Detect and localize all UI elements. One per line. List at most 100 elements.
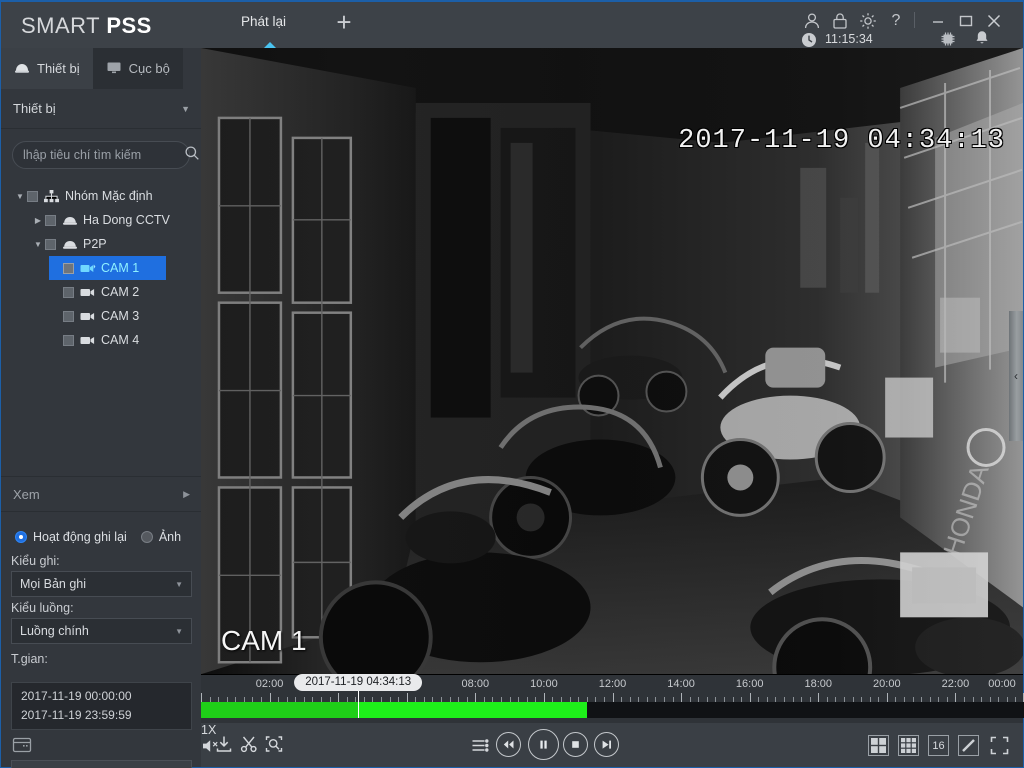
- timeline-label: 14:00: [667, 678, 695, 690]
- timeline-label: 18:00: [804, 678, 832, 690]
- timeline-label: 22:00: [942, 678, 970, 690]
- tree-checkbox[interactable]: [27, 191, 38, 202]
- tree-item-nhóm-mặc-định[interactable]: ▼ Nhóm Mặc định: [1, 184, 202, 208]
- calendar-icon[interactable]: [12, 736, 32, 758]
- collapse-panel-handle[interactable]: ‹: [1009, 311, 1023, 441]
- layout-16-icon[interactable]: 16: [928, 735, 949, 756]
- timeline-tick: [818, 693, 819, 702]
- tree-item-cam-2[interactable]: CAM 2: [1, 280, 202, 304]
- search-box[interactable]: [12, 141, 190, 169]
- timeline-label: 02:00: [256, 678, 284, 690]
- time-from[interactable]: 2017-11-19 00:00:00: [21, 687, 191, 706]
- tree-item-label: CAM 4: [101, 333, 139, 347]
- timeline-tick: [201, 693, 202, 702]
- scissors-icon[interactable]: [239, 734, 259, 759]
- time-range-box[interactable]: 2017-11-19 00:00:00 2017-11-19 23:59:59: [11, 682, 192, 730]
- tab-cuc-bo-label: Cục bộ: [129, 61, 170, 76]
- tree-checkbox[interactable]: [63, 263, 74, 274]
- download-icon[interactable]: [214, 734, 234, 759]
- chevron-down-icon: ▼: [175, 627, 183, 636]
- tree-item-cam-4[interactable]: CAM 4: [1, 328, 202, 352]
- pause-icon[interactable]: [528, 729, 559, 760]
- group-icon: [44, 190, 61, 203]
- chevron-down-icon[interactable]: ▼: [31, 240, 45, 249]
- stop-icon[interactable]: [563, 732, 588, 757]
- timeline-tick: [270, 693, 271, 702]
- tree-checkbox[interactable]: [45, 239, 56, 250]
- tab-thiet-bi[interactable]: Thiết bị: [1, 48, 93, 89]
- timeline-tick: [613, 693, 614, 702]
- rewind-icon[interactable]: [496, 732, 521, 757]
- tree-item-ha-dong-cctv[interactable]: ▶Ha Dong CCTV: [1, 208, 202, 232]
- search-input[interactable]: [23, 148, 184, 162]
- tree-item-cam-1[interactable]: CAM 1: [49, 256, 166, 280]
- timeline-tick: [750, 693, 751, 702]
- timeline-ticks: [201, 693, 1024, 702]
- timeline-tick: [338, 693, 339, 702]
- tab-thiet-bi-label: Thiết bị: [37, 61, 80, 76]
- playback-toolbar: 1X 16: [201, 723, 1024, 768]
- timeline-recording-segment[interactable]: [201, 702, 358, 718]
- timeline-label: 00:00: [988, 678, 1016, 690]
- layout-9-icon[interactable]: [898, 735, 919, 756]
- device-icon: [14, 61, 30, 77]
- lock-icon[interactable]: [829, 10, 851, 32]
- tree-checkbox[interactable]: [63, 311, 74, 322]
- filter-settings-icon[interactable]: [471, 736, 490, 760]
- extra-filter-input[interactable]: [11, 760, 192, 768]
- tree-item-p2p[interactable]: ▼P2P: [1, 232, 202, 256]
- timeline-recording-segment[interactable]: [358, 702, 587, 718]
- timeline-tick: [955, 693, 956, 702]
- tree-checkbox[interactable]: [63, 335, 74, 346]
- timeline-tick: [407, 693, 408, 702]
- chevron-down-icon: ▼: [175, 580, 183, 589]
- fullscreen-icon[interactable]: [989, 735, 1010, 756]
- user-icon[interactable]: [801, 10, 823, 32]
- snapshot-search-icon[interactable]: [264, 734, 284, 759]
- timeline-tick: [475, 693, 476, 702]
- help-icon[interactable]: ?: [885, 10, 907, 32]
- radio-hoat-dong-ghi-lai-label: Hoạt động ghi lại: [33, 530, 127, 544]
- tree-checkbox[interactable]: [45, 215, 56, 226]
- tree-item-label: CAM 3: [101, 309, 139, 323]
- view-section-header[interactable]: Xem ▶: [1, 476, 202, 512]
- record-type-label: Kiểu ghi:: [1, 550, 202, 571]
- tree-item-label: CAM 1: [101, 261, 139, 275]
- filter-panel: Hoạt động ghi lại Ảnh Kiểu ghi: Mọi Bản …: [1, 524, 202, 669]
- device-section-label: Thiết bị: [13, 101, 56, 116]
- timeline-playhead[interactable]: [358, 689, 359, 718]
- gear-icon[interactable]: [857, 10, 879, 32]
- add-tab-button[interactable]: +: [331, 10, 357, 36]
- timeline-label: 16:00: [736, 678, 764, 690]
- time-range-label: T.gian:: [1, 648, 202, 669]
- record-type-radios: Hoạt động ghi lại Ảnh: [1, 524, 202, 550]
- logo-light: SMART: [21, 13, 106, 38]
- chevron-down-icon[interactable]: ▼: [13, 192, 27, 201]
- device-icon: [62, 238, 79, 250]
- next-frame-icon[interactable]: [594, 732, 619, 757]
- left-sidebar: Thiết bị Cục bộ Thiết bị ▼ ▼ Nhóm Mặc địn…: [0, 48, 201, 768]
- minimize-icon[interactable]: [927, 10, 949, 32]
- timeline-tick: [681, 693, 682, 702]
- tree-item-cam-3[interactable]: CAM 3: [1, 304, 202, 328]
- tab-cuc-bo[interactable]: Cục bộ: [93, 48, 183, 89]
- radio-hoat-dong-ghi-lai[interactable]: [15, 531, 27, 543]
- timeline[interactable]: 02:0008:0010:0012:0014:0016:0018:0020:00…: [201, 675, 1024, 723]
- search-icon[interactable]: [184, 145, 200, 166]
- video-viewport[interactable]: HONDA 2017-11-19 04:34:13 CAM 1 ‹: [201, 48, 1024, 675]
- timeline-track[interactable]: [201, 702, 1024, 718]
- record-type-select[interactable]: Mọi Bản ghi ▼: [11, 571, 192, 597]
- tree-checkbox[interactable]: [63, 287, 74, 298]
- tab-playback[interactable]: Phát lại: [241, 14, 286, 38]
- timeline-label: 10:00: [530, 678, 558, 690]
- tree-item-label: Nhóm Mặc định: [65, 189, 153, 203]
- radio-anh[interactable]: [141, 531, 153, 543]
- layout-4-icon[interactable]: [868, 735, 889, 756]
- chevron-right-icon[interactable]: ▶: [31, 216, 45, 225]
- time-to[interactable]: 2017-11-19 23:59:59: [21, 706, 191, 725]
- camera-icon: [80, 335, 97, 346]
- stream-type-select[interactable]: Luồng chính ▼: [11, 618, 192, 644]
- device-section-header[interactable]: Thiết bị ▼: [1, 89, 202, 129]
- layout-custom-icon[interactable]: [958, 735, 979, 756]
- timeline-label: 08:00: [462, 678, 490, 690]
